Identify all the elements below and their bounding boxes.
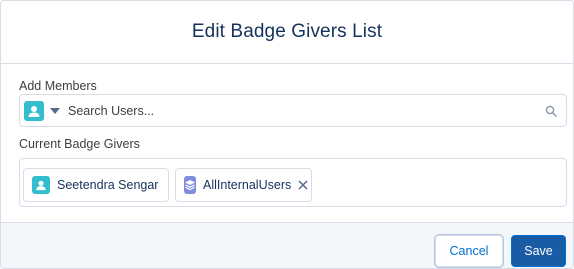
pill-label: Seetendra Sengar: [57, 178, 159, 192]
edit-badge-givers-modal: Edit Badge Givers List Add Members Curre…: [0, 0, 574, 269]
group-icon: [184, 176, 196, 194]
entity-type-switcher[interactable]: [20, 95, 68, 126]
badge-giver-pill[interactable]: Seetendra Sengar: [23, 168, 169, 202]
search-icon: [536, 105, 566, 117]
pill-label: AllInternalUsers: [203, 178, 292, 192]
user-lookup: [19, 94, 567, 127]
chevron-down-icon: [50, 107, 60, 114]
search-users-input[interactable]: [68, 95, 536, 126]
modal-header: Edit Badge Givers List: [1, 1, 573, 64]
add-members-label: Add Members: [19, 79, 97, 93]
user-icon: [24, 100, 44, 121]
current-badge-givers-label: Current Badge Givers: [19, 137, 140, 151]
modal-title: Edit Badge Givers List: [191, 21, 383, 42]
badge-giver-pill[interactable]: AllInternalUsers: [175, 168, 312, 202]
save-button[interactable]: Save: [511, 235, 566, 267]
close-icon[interactable]: [298, 179, 308, 191]
user-icon: [32, 176, 50, 194]
current-badge-givers-list: Seetendra Sengar AllInternalUsers: [19, 158, 567, 207]
cancel-button[interactable]: Cancel: [435, 235, 503, 267]
modal-footer: Cancel Save: [1, 222, 573, 268]
